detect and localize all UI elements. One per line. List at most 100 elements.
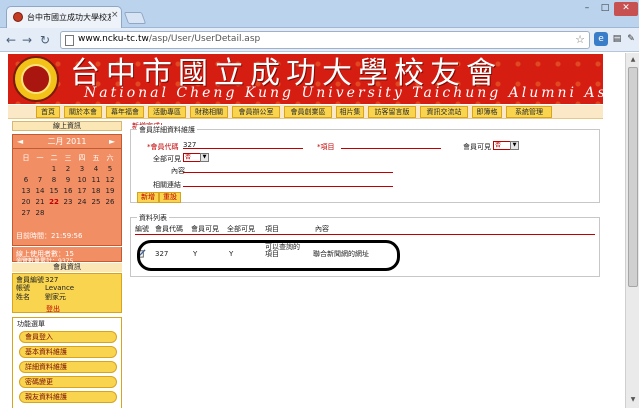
calendar-day[interactable]: 19 <box>103 186 117 197</box>
url-text[interactable]: www.ncku-tc.tw/asp/User/UserDetail.asp <box>78 34 260 44</box>
nav-member-office[interactable]: 會員辦公室 <box>232 106 280 118</box>
calendar-day[interactable]: 14 <box>33 186 47 197</box>
col-header-item: 項目 <box>265 225 279 233</box>
extension-icon[interactable]: e <box>594 32 608 46</box>
nav-photos[interactable]: 相片集 <box>336 106 364 118</box>
calendar-next-icon[interactable]: ► <box>109 136 115 148</box>
reload-icon[interactable]: ↻ <box>40 33 50 47</box>
calendar-day[interactable]: 25 <box>89 197 103 208</box>
maximize-button[interactable]: □ <box>596 2 614 16</box>
minimize-button[interactable]: – <box>578 2 596 16</box>
calendar: ◄ 二月 2011 ► 日 一 二 三 四 五 六 1 2 3 4 5 6 7 … <box>12 134 122 246</box>
online-info-header: 線上資訊 <box>12 121 122 131</box>
calendar-day-today[interactable]: 22 <box>47 197 61 208</box>
forward-arrow-icon[interactable]: → <box>22 33 32 47</box>
calendar-day[interactable]: 26 <box>103 197 117 208</box>
calendar-day[interactable]: 15 <box>47 186 61 197</box>
close-window-button[interactable]: ✕ <box>614 2 638 16</box>
calendar-day[interactable] <box>61 208 75 219</box>
calendar-day[interactable]: 8 <box>47 175 61 186</box>
col-header-all-visible: 全部可見 <box>227 225 255 233</box>
calendar-week: 1 2 3 4 5 <box>19 164 117 175</box>
calendar-day[interactable] <box>103 208 117 219</box>
tab-close-icon[interactable]: × <box>111 10 119 20</box>
col-header-member-visible: 會員可見 <box>191 225 219 233</box>
calendar-day[interactable]: 9 <box>61 175 75 186</box>
page-scrollbar[interactable]: ▲ ▼ <box>625 53 639 408</box>
calendar-day[interactable]: 21 <box>33 197 47 208</box>
nav-guestbook[interactable]: 訪客留言版 <box>368 106 416 118</box>
member-info-header: 會員資訊 <box>12 263 122 272</box>
calendar-week: 6 7 8 9 10 11 12 <box>19 175 117 186</box>
calendar-day[interactable]: 20 <box>19 197 33 208</box>
calendar-day[interactable]: 28 <box>33 208 47 219</box>
nav-blog[interactable]: 即簿格 <box>472 106 502 118</box>
logout-link[interactable]: 登出 <box>46 304 60 314</box>
member-visible-select[interactable]: 否 ▼ <box>493 141 519 150</box>
scroll-up-icon[interactable]: ▲ <box>628 55 638 65</box>
calendar-day[interactable]: 7 <box>33 175 47 186</box>
browser-tab[interactable]: 台中市國立成功大學校友... × <box>6 6 122 28</box>
calendar-day[interactable]: 3 <box>75 164 89 175</box>
content-field[interactable] <box>183 165 393 173</box>
calendar-day[interactable] <box>19 164 33 175</box>
func-basic-info[interactable]: 基本資料維護 <box>19 346 117 358</box>
calendar-day[interactable]: 6 <box>19 175 33 186</box>
func-detail-info[interactable]: 詳細資料維護 <box>19 361 117 373</box>
func-member-login[interactable]: 會員登入 <box>19 331 117 343</box>
weekday: 五 <box>92 154 100 162</box>
calendar-day[interactable]: 11 <box>89 175 103 186</box>
scroll-thumb[interactable] <box>628 67 638 287</box>
nav-system-admin[interactable]: 系統管理 <box>506 106 552 118</box>
weekday: 四 <box>78 154 86 162</box>
calendar-day[interactable] <box>89 208 103 219</box>
item-field[interactable] <box>341 141 441 149</box>
bookmark-star-icon[interactable]: ☆ <box>575 33 585 46</box>
reset-button[interactable]: 重設 <box>159 192 181 203</box>
calendar-day[interactable]: 16 <box>61 186 75 197</box>
calendar-day[interactable]: 13 <box>19 186 33 197</box>
calendar-week: 13 14 15 16 17 18 19 <box>19 186 117 197</box>
page-menu-icon[interactable]: ▤ <box>610 32 624 46</box>
nav-member-business[interactable]: 會員創業區 <box>284 106 332 118</box>
site-favicon-icon <box>13 12 23 22</box>
calendar-day[interactable] <box>75 208 89 219</box>
add-button[interactable]: 新增 <box>137 192 159 203</box>
site-banner: 台中市國立成功大學校友會 National Cheng Kung Univers… <box>8 54 603 104</box>
calendar-day[interactable] <box>33 164 47 175</box>
nav-home[interactable]: 首頁 <box>36 106 60 118</box>
nav-info-exchange[interactable]: 資訊交流站 <box>420 106 468 118</box>
weekday: 一 <box>36 154 44 162</box>
calendar-day[interactable]: 27 <box>19 208 33 219</box>
calendar-day[interactable]: 12 <box>103 175 117 186</box>
calendar-day[interactable]: 1 <box>47 164 61 175</box>
address-bar[interactable]: www.ncku-tc.tw/asp/User/UserDetail.asp ☆ <box>60 31 590 49</box>
func-relatives-info[interactable]: 親友資料維護 <box>19 391 117 403</box>
calendar-day[interactable]: 2 <box>61 164 75 175</box>
nav-annual-meeting[interactable]: 幕年福會 <box>106 106 144 118</box>
member-visible-label: 會員可見 <box>463 143 491 151</box>
calendar-day[interactable]: 17 <box>75 186 89 197</box>
calendar-day[interactable]: 18 <box>89 186 103 197</box>
calendar-day[interactable]: 4 <box>89 164 103 175</box>
all-visible-select[interactable]: 否 ▼ <box>183 153 209 162</box>
new-tab-button[interactable] <box>123 12 147 24</box>
nav-activities[interactable]: 活動專區 <box>148 106 186 118</box>
back-arrow-icon[interactable]: ← <box>6 33 16 47</box>
col-header-member-id: 會員代碼 <box>155 225 183 233</box>
link-field[interactable] <box>183 179 393 187</box>
calendar-day[interactable]: 10 <box>75 175 89 186</box>
current-time: 目前時間：21:59:56 <box>16 232 83 240</box>
calendar-day[interactable]: 24 <box>75 197 89 208</box>
scroll-down-icon[interactable]: ▼ <box>628 395 638 405</box>
wrench-icon[interactable]: ✎ <box>624 32 638 46</box>
calendar-day[interactable]: 5 <box>103 164 117 175</box>
calendar-day[interactable]: 23 <box>61 197 75 208</box>
nav-finance[interactable]: 財務相關 <box>190 106 228 118</box>
nav-about[interactable]: 關於本會 <box>64 106 102 118</box>
dropdown-arrow-icon: ▼ <box>200 153 209 162</box>
func-change-password[interactable]: 密碼變更 <box>19 376 117 388</box>
member-id-field[interactable]: 327 <box>183 141 303 149</box>
calendar-day[interactable] <box>47 208 61 219</box>
site-subtitle: National Cheng Kung University Taichung … <box>84 85 603 101</box>
